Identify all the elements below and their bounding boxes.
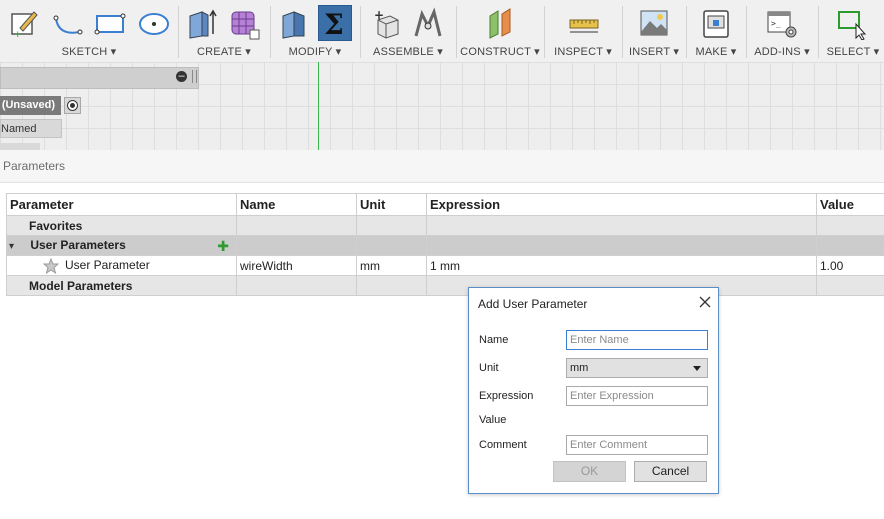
column-header-name[interactable]: Name xyxy=(236,193,357,216)
offset-plane-icon[interactable] xyxy=(484,6,516,40)
unit-select[interactable]: mm xyxy=(566,358,708,378)
toolbar-group-insert: INSERT ▾ xyxy=(624,0,684,62)
form-icon[interactable] xyxy=(228,6,260,40)
chevron-down-icon[interactable] xyxy=(693,366,701,371)
toolbar-separator xyxy=(456,6,457,58)
toolbar-separator xyxy=(746,6,747,58)
inspect-menu-label[interactable]: INSPECT ▾ xyxy=(546,45,620,58)
insert-menu-label[interactable]: INSERT ▾ xyxy=(624,45,684,58)
browser-item-stub[interactable] xyxy=(0,143,40,150)
row-value-cell: 1.00 xyxy=(816,255,884,276)
joint-icon[interactable] xyxy=(412,6,444,40)
select-cursor-icon[interactable] xyxy=(836,6,868,40)
user-parameters-label: User Parameters xyxy=(30,237,126,252)
unit-select-value: mm xyxy=(570,362,589,374)
toolbar-group-assemble: + ASSEMBLE ▾ xyxy=(362,0,454,62)
dialog-title: Add User Parameter xyxy=(478,297,588,311)
unit-label: Unit xyxy=(479,362,499,374)
document-state-label[interactable]: (Unsaved) xyxy=(0,96,61,115)
svg-text:>_: >_ xyxy=(771,19,781,28)
toolbar-separator xyxy=(544,6,545,58)
toolbar-group-inspect: INSPECT ▾ xyxy=(546,0,620,62)
modify-menu-label[interactable]: MODIFY ▾ xyxy=(272,45,358,58)
rectangle-icon[interactable] xyxy=(94,6,126,40)
toolbar-separator xyxy=(818,6,819,58)
table-row[interactable]: User Parameter wireWidth mm 1 mm 1.00 xyxy=(6,255,884,276)
press-pull-icon[interactable] xyxy=(278,6,310,40)
toolbar-separator xyxy=(686,6,687,58)
toolbar-separator xyxy=(360,6,361,58)
panel-grip-icon[interactable] xyxy=(192,70,197,83)
toolbar-group-sketch: + SKETCH ▾ xyxy=(0,0,178,62)
toolbar: + SKETCH ▾ CREATE ▾ Σ MODIFY ▾ + ASSEMBL… xyxy=(0,0,884,63)
extrude-icon[interactable] xyxy=(186,6,218,40)
expression-input[interactable] xyxy=(566,386,708,406)
comment-input[interactable] xyxy=(566,435,708,455)
row-name-cell[interactable]: wireWidth xyxy=(236,255,357,276)
column-header-expression[interactable]: Expression xyxy=(426,193,817,216)
table-header-row: Parameter Name Unit Expression Value xyxy=(6,193,884,216)
create-sketch-icon[interactable]: + xyxy=(8,6,40,40)
toolbar-group-create: CREATE ▾ xyxy=(180,0,268,62)
add-ins-menu-label[interactable]: ADD-INS ▾ xyxy=(748,45,816,58)
select-menu-label[interactable]: SELECT ▾ xyxy=(820,45,884,58)
add-user-parameter-plus-icon[interactable]: ✚ xyxy=(217,238,229,254)
model-parameters-group-row[interactable]: Model Parameters xyxy=(6,275,884,296)
toolbar-separator xyxy=(178,6,179,58)
svg-text:+: + xyxy=(374,8,384,22)
column-header-parameter[interactable]: Parameter xyxy=(6,193,237,216)
column-header-unit[interactable]: Unit xyxy=(356,193,427,216)
expand-chevron-icon[interactable]: ▾ xyxy=(9,241,21,252)
toolbar-group-add-ins: >_ ADD-INS ▾ xyxy=(748,0,816,62)
row-parameter-cell: User Parameter xyxy=(65,257,150,272)
column-header-value[interactable]: Value xyxy=(816,193,884,216)
value-label: Value xyxy=(479,414,507,426)
visibility-radio-icon[interactable] xyxy=(67,100,78,111)
panel-title: Parameters xyxy=(3,159,66,173)
construct-menu-label[interactable]: CONSTRUCT ▾ xyxy=(458,45,542,58)
row-expression-cell[interactable]: 1 mm xyxy=(426,255,817,276)
cancel-button[interactable]: Cancel xyxy=(634,461,707,482)
comment-label: Comment xyxy=(479,439,527,451)
toolbar-group-construct: CONSTRUCT ▾ xyxy=(458,0,542,62)
favorites-group-row[interactable]: Favorites xyxy=(6,215,884,236)
toolbar-separator xyxy=(270,6,271,58)
insert-image-icon[interactable] xyxy=(638,6,670,40)
favorite-star-icon[interactable] xyxy=(43,257,59,274)
parameters-table: Parameter Name Unit Expression Value Fav… xyxy=(6,193,884,296)
change-parameters-sigma-icon[interactable]: Σ xyxy=(318,5,352,41)
toolbar-group-modify: Σ MODIFY ▾ xyxy=(272,0,358,62)
arc-icon[interactable] xyxy=(52,6,84,40)
circle-icon[interactable] xyxy=(138,6,170,40)
toolbar-separator xyxy=(622,6,623,58)
expression-label: Expression xyxy=(479,390,534,402)
name-label: Name xyxy=(479,334,509,346)
favorites-label: Favorites xyxy=(29,218,83,233)
3d-print-icon[interactable] xyxy=(700,6,732,40)
measure-ruler-icon[interactable] xyxy=(568,6,600,40)
browser-header-bar[interactable] xyxy=(0,67,199,89)
make-menu-label[interactable]: MAKE ▾ xyxy=(688,45,744,58)
add-user-parameter-dialog: Add User Parameter Name Unit mm Expressi… xyxy=(468,287,719,494)
ok-button[interactable]: OK xyxy=(553,461,626,482)
scripts-add-ins-icon[interactable]: >_ xyxy=(766,6,798,40)
create-menu-label[interactable]: CREATE ▾ xyxy=(180,45,268,58)
user-parameters-group-row[interactable]: ▾ User Parameters ✚ xyxy=(6,235,884,256)
new-component-icon[interactable]: + xyxy=(370,6,402,40)
row-unit-cell[interactable]: mm xyxy=(356,255,427,276)
name-input[interactable] xyxy=(566,330,708,350)
toolbar-group-select: SELECT ▾ xyxy=(820,0,884,62)
model-parameters-label: Model Parameters xyxy=(29,278,133,293)
close-icon[interactable] xyxy=(697,294,713,310)
parameters-panel-header: Parameters xyxy=(0,150,884,183)
toolbar-group-make: MAKE ▾ xyxy=(688,0,744,62)
origin-axis-line xyxy=(318,62,319,150)
collapse-minus-icon[interactable]: – xyxy=(176,71,187,82)
sketch-menu-label[interactable]: SKETCH ▾ xyxy=(0,45,178,58)
svg-text:Σ: Σ xyxy=(324,8,344,40)
assemble-menu-label[interactable]: ASSEMBLE ▾ xyxy=(362,45,454,58)
named-views-item[interactable]: Named Views xyxy=(0,119,62,138)
svg-text:+: + xyxy=(14,30,22,40)
